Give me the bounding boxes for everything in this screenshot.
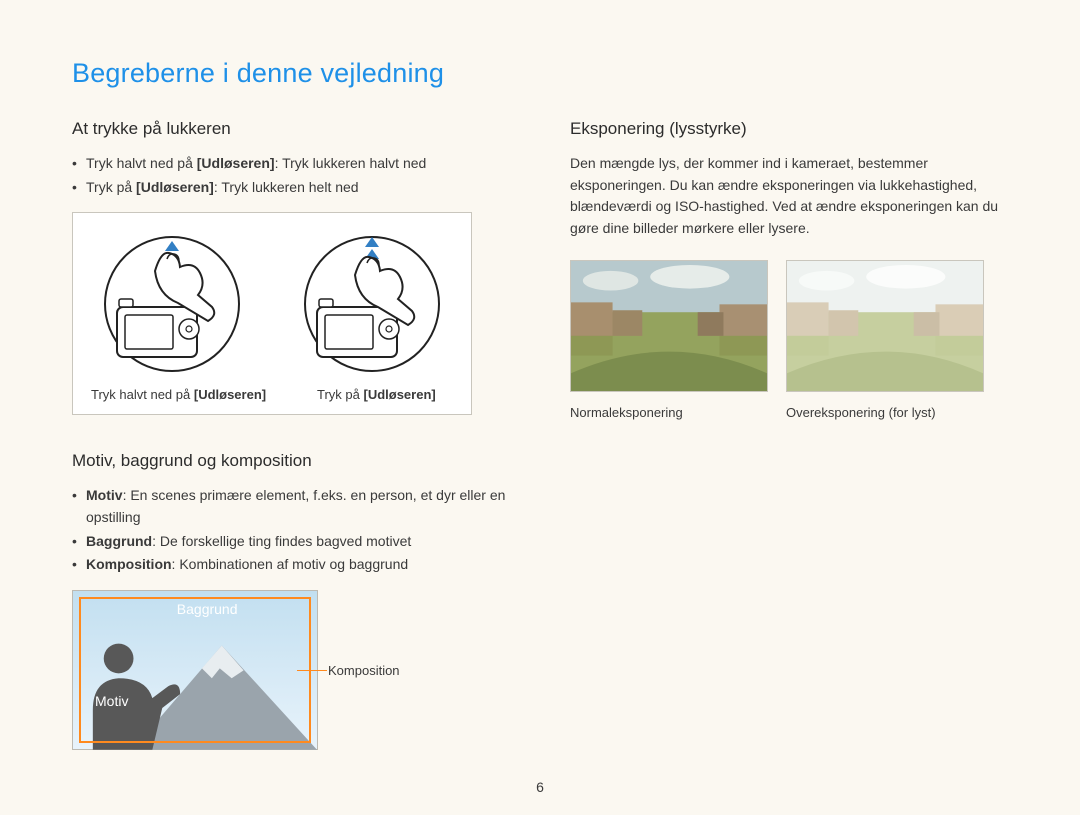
caption-full: Tryk på [Udløseren]	[317, 387, 436, 402]
photo-overexposed-icon	[786, 260, 984, 392]
bold: [Udløseren]	[363, 387, 435, 402]
bullet-item: Tryk halvt ned på [Udløseren]: Tryk lukk…	[72, 153, 510, 175]
composition-heading: Motiv, baggrund og komposition	[72, 451, 510, 471]
left-column: At trykke på lukkeren Tryk halvt ned på …	[72, 119, 510, 750]
bold: Komposition	[86, 556, 172, 572]
leader-line-icon	[297, 670, 327, 671]
bullet-item: Baggrund: De forskellige ting findes bag…	[72, 531, 510, 553]
bold: [Udløseren]	[194, 387, 266, 402]
bullet-item: Tryk på [Udløseren]: Tryk lukkeren helt …	[72, 177, 510, 199]
page-title: Begreberne i denne vejledning	[72, 58, 1008, 89]
caption-normal: Normaleksponering	[570, 405, 768, 420]
right-column: Eksponering (lysstyrke) Den mængde lys, …	[570, 119, 1008, 750]
exposure-heading: Eksponering (lysstyrke)	[570, 119, 1008, 139]
shutter-half-press-icon	[97, 229, 247, 379]
bullet-item: Komposition: Kombinationen af motiv og b…	[72, 554, 510, 576]
text: Tryk halvt ned på	[86, 155, 197, 171]
bold: [Udløseren]	[197, 155, 275, 171]
bold: [Udløseren]	[136, 179, 214, 195]
label-baggrund: Baggrund	[177, 601, 238, 617]
text: : Tryk lukkeren helt ned	[214, 179, 359, 195]
label-komposition: Komposition	[328, 663, 400, 678]
shutter-full-press-icon	[297, 229, 447, 379]
text: Tryk halvt ned på	[91, 387, 194, 402]
shutter-bullets: Tryk halvt ned på [Udløseren]: Tryk lukk…	[72, 153, 510, 198]
composition-figure: Baggrund Motiv Komposition	[72, 590, 510, 750]
bold: Baggrund	[86, 533, 152, 549]
exposure-normal: Normaleksponering	[570, 260, 768, 420]
caption-over: Overeksponering (for lyst)	[786, 405, 984, 420]
text: : De forskellige ting findes bagved moti…	[152, 533, 411, 549]
shutter-figure: Tryk halvt ned på [Udløseren] Tryk på [U…	[72, 212, 472, 415]
label-motiv: Motiv	[95, 693, 128, 709]
bold: Motiv	[86, 487, 123, 503]
caption-half: Tryk halvt ned på [Udløseren]	[91, 387, 299, 402]
text: : Kombinationen af motiv og baggrund	[172, 556, 409, 572]
text: : Tryk lukkeren halvt ned	[275, 155, 427, 171]
shutter-heading: At trykke på lukkeren	[72, 119, 510, 139]
exposure-paragraph: Den mængde lys, der kommer ind i kamerae…	[570, 153, 1008, 240]
bullet-item: Motiv: En scenes primære element, f.eks.…	[72, 485, 510, 528]
exposure-over: Overeksponering (for lyst)	[786, 260, 984, 420]
page-number: 6	[536, 779, 544, 795]
text: Tryk på	[86, 179, 136, 195]
text: : En scenes primære element, f.eks. en p…	[86, 487, 505, 525]
text: Tryk på	[317, 387, 363, 402]
photo-normal-icon	[570, 260, 768, 392]
composition-bullets: Motiv: En scenes primære element, f.eks.…	[72, 485, 510, 576]
exposure-examples: Normaleksponering Overeksponering (for	[570, 260, 1008, 420]
